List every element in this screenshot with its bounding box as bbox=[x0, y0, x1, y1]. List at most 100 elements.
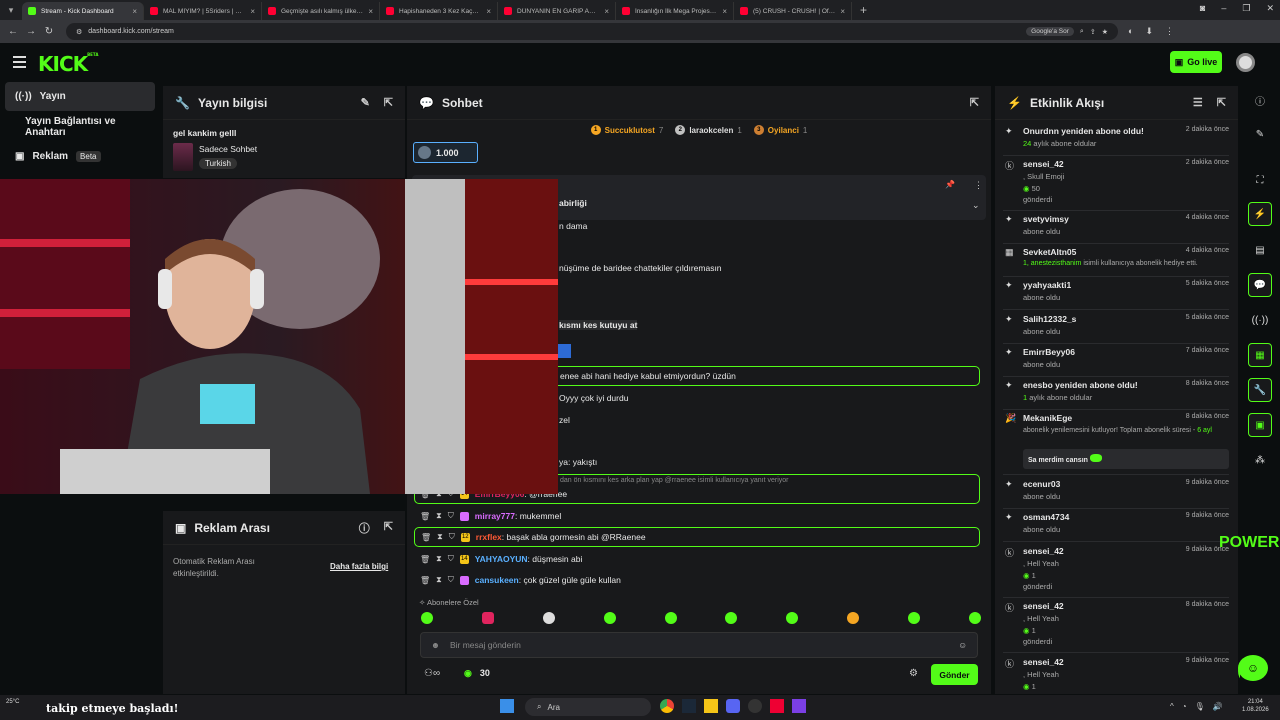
chat-bubble-icon[interactable]: ☺ bbox=[1238, 655, 1268, 681]
feed-item[interactable]: ✦ Onurdnn yeniden abone oldu! 2 dakika önc… bbox=[1003, 126, 1229, 156]
go-live-button[interactable]: ▣ Go live bbox=[1170, 51, 1222, 73]
feed-item[interactable]: ✦ osman4734 9 dakika önce abone oldu bbox=[1003, 512, 1229, 542]
feed-item[interactable]: ⓚ sensei_42 9 dakika önce, Hell Yeah ◉ 1 gön… bbox=[1003, 546, 1229, 598]
emote-icon[interactable] bbox=[421, 612, 433, 624]
steam-icon[interactable] bbox=[682, 699, 696, 713]
emote-icon[interactable] bbox=[786, 612, 799, 624]
menu-icon[interactable]: ⋮ bbox=[1165, 26, 1174, 37]
hamburger-menu-icon[interactable] bbox=[13, 56, 26, 68]
downloads-icon[interactable]: ⬇ bbox=[1145, 26, 1153, 37]
forward-icon[interactable]: → bbox=[22, 26, 40, 37]
stream-category[interactable]: Sadece Sohbet bbox=[199, 144, 257, 154]
profile-icon[interactable]: ◙ bbox=[1200, 3, 1205, 14]
feed-item[interactable]: ✦ enesbo yeniden abone oldu! 8 dakika önce… bbox=[1003, 380, 1229, 410]
feed-item[interactable]: ✦ EmirrBeyy06 7 dakika önce abone oldu bbox=[1003, 347, 1229, 377]
close-icon[interactable]: × bbox=[486, 7, 491, 16]
chat-message[interactable]: 🗑 ⧗ ⛉ mirray777: mukemmel bbox=[414, 506, 980, 526]
broadcast-icon[interactable]: ((·)) bbox=[1248, 308, 1272, 332]
document-icon[interactable]: ▤ bbox=[1248, 238, 1272, 262]
close-icon[interactable]: × bbox=[250, 7, 255, 16]
feed-item[interactable]: ✦ Salih12332_s 5 dakika önce abone oldu bbox=[1003, 314, 1229, 344]
gifter-rank-1[interactable]: 1 Succuklutost 7 bbox=[590, 125, 663, 135]
close-icon[interactable]: × bbox=[840, 7, 845, 16]
gifter-rank-3[interactable]: 3 Oyilanci 1 bbox=[753, 125, 807, 135]
taskbar-search[interactable]: ⌕ Ara bbox=[525, 698, 651, 716]
extensions-icon[interactable]: ◐ bbox=[1128, 26, 1133, 37]
chat-username[interactable]: cansukeen bbox=[475, 575, 519, 585]
chat-username[interactable]: YAHYAOYUN bbox=[475, 554, 528, 564]
browser-tab-4[interactable]: DÜNYANIN EN GARİP ADASINI × bbox=[498, 2, 616, 20]
trash-icon[interactable]: 🗑 bbox=[420, 512, 430, 521]
fullscreen-icon[interactable]: ⛶ bbox=[1248, 168, 1272, 192]
filter-icon[interactable]: ☰ bbox=[1193, 96, 1203, 109]
channel-points[interactable]: ◉ 30 bbox=[464, 668, 490, 679]
chat-message[interactable]: 🗑 ⧗ ⛉ 14 YAHYAOYUN: düşmesin abi bbox=[414, 549, 980, 569]
info-icon[interactable]: ⓘ bbox=[359, 520, 370, 536]
lightning-icon[interactable]: ⚡ bbox=[1248, 202, 1272, 226]
emote-icon[interactable] bbox=[968, 612, 981, 624]
chat-message[interactable]: 🗑 ⧗ ⛉ 12 rrxflex: başak abla gormesin abi … bbox=[414, 527, 980, 547]
zoom-icon[interactable]: ⌕ bbox=[1080, 28, 1084, 36]
discord-icon[interactable] bbox=[726, 699, 740, 713]
feed-item[interactable]: ⓚ sensei_42 9 dakika önce , Hell Yeah ◉ 1 bbox=[1003, 657, 1229, 693]
pinned-gift-counter[interactable]: 1.000 bbox=[413, 142, 478, 163]
popout-icon[interactable]: ⇱ bbox=[384, 520, 393, 536]
close-icon[interactable]: × bbox=[368, 7, 373, 16]
chevron-up-icon[interactable]: ^ bbox=[1170, 702, 1174, 711]
timeout-icon[interactable]: ⧗ bbox=[436, 511, 442, 521]
address-bar[interactable]: ⚙ dashboard.kick.com/stream Google'a Sor… bbox=[66, 23, 1118, 40]
trash-icon[interactable]: 🗑 bbox=[421, 533, 431, 542]
settings-icon[interactable]: ⚙ bbox=[909, 668, 918, 679]
google-search-button[interactable]: Google'a Sor bbox=[1026, 27, 1074, 36]
dashboard-icon[interactable]: ▦ bbox=[1248, 343, 1272, 367]
trash-icon[interactable]: 🗑 bbox=[420, 576, 430, 585]
tab-search-icon[interactable]: ▾ bbox=[0, 5, 22, 16]
chat-bubble-icon[interactable]: 💬 bbox=[1248, 273, 1272, 297]
pin-icon[interactable]: 📌 bbox=[945, 180, 955, 189]
reload-icon[interactable]: ↻ bbox=[40, 26, 58, 37]
edit-icon[interactable]: ✎ bbox=[1248, 122, 1272, 146]
popout-icon[interactable]: ⇱ bbox=[384, 96, 393, 109]
emote-picker-icon[interactable]: ☺ bbox=[958, 640, 967, 650]
window-icon[interactable]: ▣ bbox=[1248, 413, 1272, 437]
browser-tab-3[interactable]: Hapishaneden 3 Kez Kaçan Adam × bbox=[380, 2, 498, 20]
feed-item[interactable]: ✦ svetyvimsy 4 dakika önce abone oldu bbox=[1003, 214, 1229, 244]
chat-username[interactable]: mirray777 bbox=[475, 511, 515, 521]
emoji-icon[interactable]: ☻ bbox=[431, 640, 440, 650]
info-icon[interactable]: ⓘ bbox=[1248, 88, 1272, 112]
back-icon[interactable]: ← bbox=[4, 26, 22, 37]
chevron-down-icon[interactable]: ⌄ bbox=[972, 200, 980, 211]
share-icon[interactable]: ⇪ bbox=[1090, 28, 1096, 36]
close-icon[interactable]: × bbox=[722, 7, 727, 16]
close-icon[interactable]: × bbox=[604, 7, 609, 16]
chrome-icon[interactable] bbox=[660, 699, 674, 713]
browser-tab-6[interactable]: (5) CRUSH - CRUSH! | Official M × bbox=[734, 2, 852, 20]
feed-item[interactable]: 🎉 MekanikEge 8 dakika önce abonelik yenilem… bbox=[1003, 413, 1229, 475]
trash-icon[interactable]: 🗑 bbox=[420, 555, 430, 564]
emote-icon[interactable] bbox=[542, 612, 555, 624]
popout-icon[interactable]: ⇱ bbox=[1217, 96, 1226, 109]
new-tab-button[interactable]: + bbox=[852, 3, 875, 17]
network-icon[interactable]: ◔ bbox=[1182, 702, 1187, 711]
sidebar-item-yayin[interactable]: ((·)) Yayın bbox=[5, 82, 155, 111]
feed-item[interactable]: ⓚ sensei_42 8 dakika önce , Hell Yeah ◉ 1 gön… bbox=[1003, 601, 1229, 653]
emote-icon[interactable] bbox=[603, 612, 616, 624]
apps-icon[interactable]: ⁂ bbox=[1248, 448, 1272, 472]
sidebar-item-stream-key[interactable]: Yayın Bağlantısı ve Anahtarı bbox=[5, 112, 155, 141]
emote-icon[interactable] bbox=[847, 612, 860, 624]
emote-icon[interactable] bbox=[481, 612, 494, 624]
app-icon[interactable] bbox=[792, 699, 806, 713]
mic-icon[interactable]: 🎙 bbox=[1195, 702, 1205, 711]
feed-item[interactable]: ▦ SevketAltn05 4 dakika önce 1, anestezisth… bbox=[1003, 247, 1229, 277]
clock[interactable]: 21:04 1.08.2026 bbox=[1242, 698, 1269, 714]
gifter-rank-2[interactable]: 2 laraokcelen 1 bbox=[675, 125, 742, 135]
feed-item[interactable]: ⓚ sensei_42 2 dakika önce , Skull Emoji ◉ 50… bbox=[1003, 159, 1229, 211]
feed-item[interactable]: ✦ ecenur03 9 dakika önce abone oldu bbox=[1003, 479, 1229, 509]
minimize-icon[interactable]: – bbox=[1221, 3, 1226, 14]
timeout-icon[interactable]: ⧗ bbox=[436, 554, 442, 564]
bookmark-icon[interactable]: ★ bbox=[1102, 28, 1108, 36]
browser-tab-2[interactable]: Geçmişte asılı kalmış ülke: Küba × bbox=[262, 2, 380, 20]
more-info-link[interactable]: Daha fazla bilgi bbox=[330, 562, 388, 571]
kick-logo[interactable]: KICKBETA bbox=[38, 52, 98, 76]
wrench-icon[interactable]: 🔧 bbox=[1248, 378, 1272, 402]
